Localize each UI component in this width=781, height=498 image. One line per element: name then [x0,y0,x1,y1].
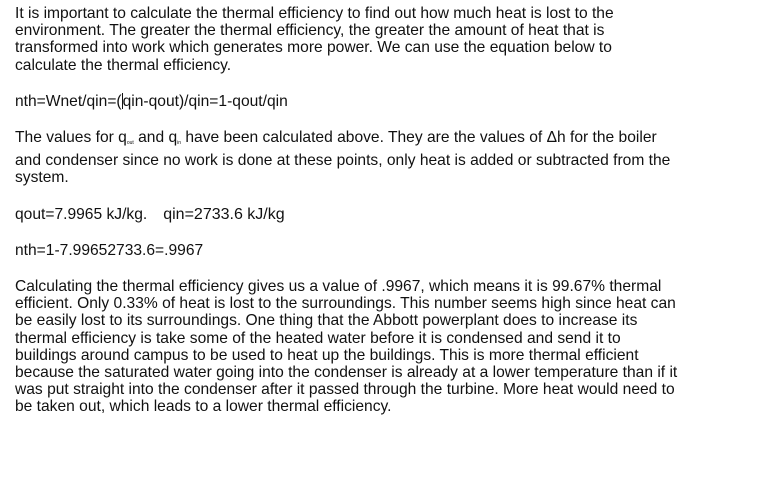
text-line: Calculating the thermal efficiency gives… [15,278,662,296]
subscript-out: out [126,140,134,147]
text-line: thermal efficiency is take some of the h… [15,329,621,347]
efficiency-result: nth=1-7.99652733.6=.9967 [15,242,779,259]
values-text-start: The values for q [15,129,127,147]
result-line: nth=1-7.99652733.6=.9967 [15,241,204,259]
text-line: efficient. Only 0.33% of heat is lost to… [15,295,676,313]
text-line: The values for qout and qin have been ca… [15,129,779,152]
text-line: be taken out, which leads to a lower the… [15,398,392,416]
values-text-mid: and q [133,129,178,147]
text-line: transformed into work which generates mo… [15,39,612,57]
qout-value: qout=7.9965 kJ/kg. [15,205,148,223]
efficiency-equation: nth=Wnet/qin=(qin-qout)/qin=1-qout/qin [15,92,779,110]
text-line: system. [15,169,69,187]
text-line: and condenser since no work is done at t… [15,152,671,170]
text-line: was put straight into the condenser afte… [15,381,675,399]
document-body: It is important to calculate the thermal… [15,5,779,416]
heat-values: qout=7.9965 kJ/kg. qin=2733.6 kJ/kg [15,206,779,223]
text-line: It is important to calculate the thermal… [15,5,614,22]
conclusion-paragraph: Calculating the thermal efficiency gives… [15,278,779,416]
text-line: buildings around campus to be used to he… [15,346,639,364]
values-paragraph: The values for qout and qin have been ca… [15,129,779,187]
text-line: calculate the thermal efficiency. [15,56,232,74]
equation-line: nth=Wnet/qin=(qin-qout)/qin=1-qout/qin [15,92,779,110]
equation-before-cursor: nth=Wnet/qin=( [15,92,122,110]
qin-value: qin=2733.6 kJ/kg [163,205,285,223]
equation-after-cursor: qin-qout)/qin=1-qout/qin [122,92,288,110]
text-line: be easily lost to its surroundings. One … [15,312,638,330]
values-line: qout=7.9965 kJ/kg. qin=2733.6 kJ/kg [15,206,779,223]
text-line: because the saturated water going into t… [15,364,678,382]
intro-paragraph: It is important to calculate the thermal… [15,5,779,74]
text-line: environment. The greater the thermal eff… [15,22,605,40]
values-text-end: have been calculated above. They are the… [181,129,657,147]
